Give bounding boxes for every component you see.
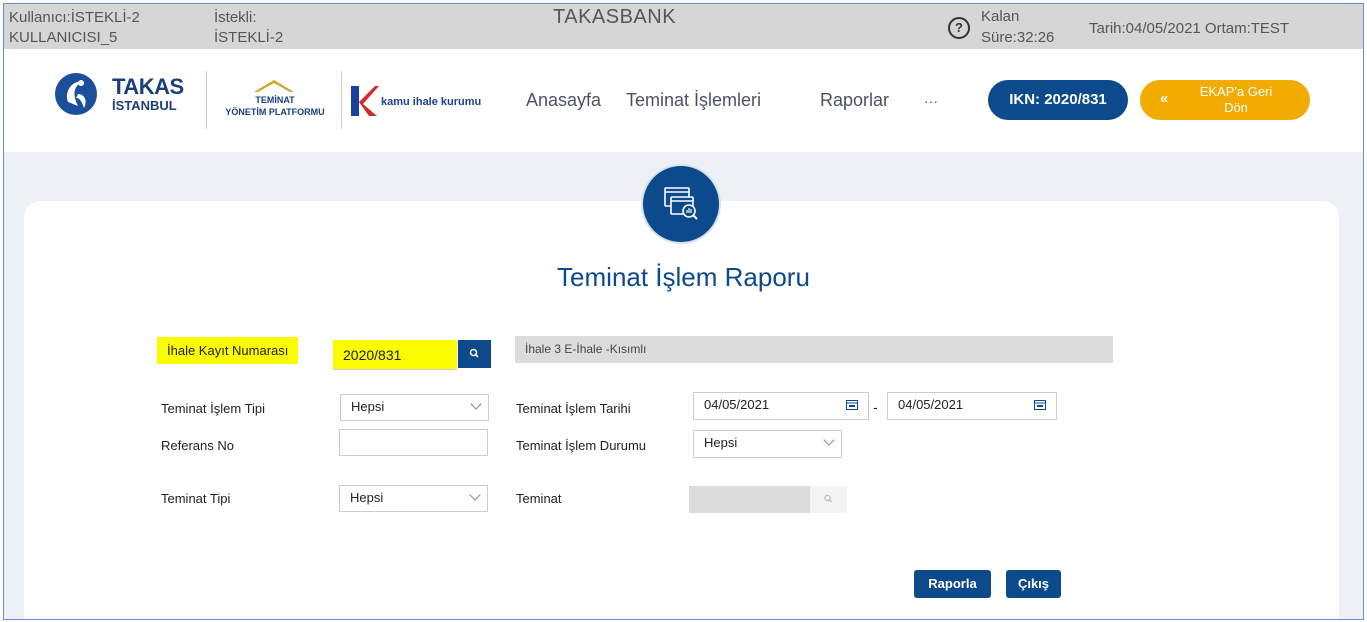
report-search-icon xyxy=(643,166,719,242)
ikn-label: İhale Kayıt Numarası xyxy=(157,337,299,364)
islem-durumu-label: Teminat İşlem Durumu xyxy=(516,438,647,453)
remaining-label: Kalan xyxy=(981,8,1020,25)
nav-anasayfa[interactable]: Anasayfa xyxy=(526,90,601,111)
date-to-input[interactable]: 04/05/2021 xyxy=(887,392,1057,420)
teminat-tipi-select[interactable]: Hepsi xyxy=(339,485,488,512)
date-from-value: 04/05/2021 xyxy=(704,397,770,412)
user-label: Kullanıcı:İSTEKLİ-2 xyxy=(9,9,140,26)
ekap-label-line2: Dön xyxy=(1224,100,1248,115)
date-separator: - xyxy=(873,399,878,415)
header: TAKAS İSTANBUL TEMİNAT YÖNETİM PLATFORMU… xyxy=(4,49,1363,152)
tender-description: İhale 3 E-İhale -Kısımlı xyxy=(515,336,1113,363)
help-icon[interactable]: ? xyxy=(948,17,970,39)
logo-teminat-text: TEMİNAT xyxy=(255,95,295,105)
user-name: KULLANICISI_5 xyxy=(9,29,118,46)
status-bar: Kullanıcı:İSTEKLİ-2 KULLANICISI_5 İstekl… xyxy=(4,4,1363,49)
islem-durumu-select[interactable]: Hepsi xyxy=(693,430,842,458)
teminat-input xyxy=(689,486,810,513)
chevron-down-icon xyxy=(469,489,481,501)
double-chevron-left-icon: « xyxy=(1160,90,1169,107)
calendar-icon[interactable] xyxy=(1034,399,1046,410)
date-from-input[interactable]: 04/05/2021 xyxy=(693,392,869,420)
ekap-label-line1: EKAP'a Geri xyxy=(1199,84,1273,99)
islem-tipi-select[interactable]: Hepsi xyxy=(340,394,489,421)
takas-logo-icon xyxy=(55,73,97,115)
ikn-search-button[interactable] xyxy=(458,340,491,368)
logo-divider xyxy=(341,71,342,129)
roof-icon xyxy=(254,80,294,92)
date-environment: Tarih:04/05/2021 Ortam:TEST xyxy=(1089,20,1290,37)
search-icon xyxy=(469,348,479,358)
search-icon xyxy=(824,494,832,503)
chevron-down-icon xyxy=(470,398,482,410)
ikn-button[interactable]: IKN: 2020/831 xyxy=(988,80,1128,120)
date-to-value: 04/05/2021 xyxy=(898,397,964,412)
teminat-tipi-value: Hepsi xyxy=(350,490,384,505)
exit-button[interactable]: Çıkış xyxy=(1006,570,1061,598)
ekap-back-button[interactable]: « EKAP'a Geri Dön xyxy=(1140,80,1310,120)
logo-istanbul-text: İSTANBUL xyxy=(112,98,177,113)
nav-teminat-islemleri[interactable]: Teminat İşlemleri xyxy=(626,90,761,111)
logo-takas-text: TAKAS xyxy=(112,74,184,99)
islem-tipi-value: Hepsi xyxy=(351,399,385,414)
teminat-search-button xyxy=(810,486,847,513)
kik-logo: kamu ihale kurumu xyxy=(349,82,482,122)
islem-durumu-value: Hepsi xyxy=(704,435,738,450)
app-frame: Kullanıcı:İSTEKLİ-2 KULLANICISI_5 İstekl… xyxy=(3,3,1364,620)
logo-kik-text: kamu ihale kurumu xyxy=(381,96,482,108)
nav-more[interactable]: ··· xyxy=(924,93,938,109)
session-timer: Süre:32:26 xyxy=(981,29,1055,46)
logo-platform-text: YÖNETİM PLATFORMU xyxy=(225,107,325,117)
kik-k-icon xyxy=(351,86,379,116)
ekap-back-label: EKAP'a Geri Dön xyxy=(1180,84,1292,116)
logo-divider xyxy=(206,71,207,129)
ikn-input[interactable]: 2020/831 xyxy=(333,340,457,370)
teminat-label: Teminat xyxy=(516,491,562,506)
teminat-tipi-label: Teminat Tipi xyxy=(161,491,231,506)
calendar-icon[interactable] xyxy=(846,399,858,410)
islem-tipi-label: Teminat İşlem Tipi xyxy=(161,401,266,416)
bidder-value: İSTEKLİ-2 xyxy=(214,29,284,46)
nav-raporlar[interactable]: Raporlar xyxy=(820,90,889,111)
teminat-platform-logo: TEMİNAT YÖNETİM PLATFORMU xyxy=(212,71,338,131)
takas-istanbul-logo: TAKAS İSTANBUL xyxy=(54,72,204,132)
referans-input[interactable] xyxy=(339,429,488,456)
report-button[interactable]: Raporla xyxy=(914,570,991,598)
bidder-label: İstekli: xyxy=(214,9,257,26)
page-title: Teminat İşlem Raporu xyxy=(557,262,810,292)
chevron-down-icon xyxy=(823,434,835,446)
brand-title: TAKASBANK xyxy=(553,6,677,28)
islem-tarihi-label: Teminat İşlem Tarihi xyxy=(516,401,631,416)
referans-label: Referans No xyxy=(161,438,234,453)
